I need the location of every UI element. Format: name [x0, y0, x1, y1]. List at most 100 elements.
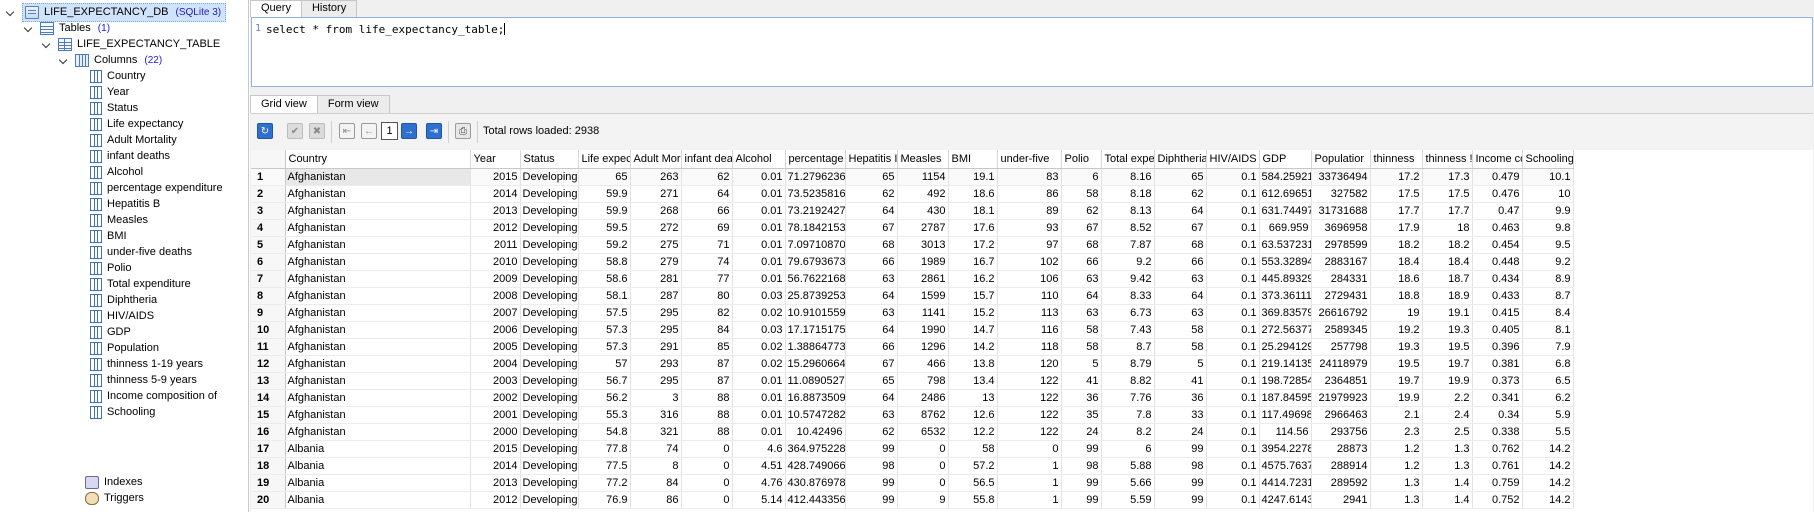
- grid-cell[interactable]: 57.3: [578, 321, 631, 339]
- tab-history[interactable]: History: [300, 0, 358, 17]
- grid-cell[interactable]: 17.17151751: [785, 321, 846, 339]
- grid-cell[interactable]: 295: [630, 321, 682, 339]
- grid-cell[interactable]: 67: [845, 219, 898, 237]
- next-page-icon[interactable]: →: [401, 123, 417, 139]
- grid-cell[interactable]: 10: [1522, 185, 1574, 203]
- grid-cell[interactable]: 1.4: [1422, 491, 1473, 509]
- grid-cell[interactable]: 0: [897, 457, 949, 475]
- column-header[interactable]: Hepatitis I: [845, 150, 898, 169]
- grid-cell[interactable]: Developing: [520, 236, 579, 254]
- grid-cell[interactable]: 11.08905273: [785, 372, 846, 390]
- grid-cell[interactable]: 19.7: [1422, 355, 1473, 373]
- grid-cell[interactable]: 59.5: [578, 219, 631, 237]
- grid-cell[interactable]: 26616792: [1311, 304, 1371, 322]
- grid-cell[interactable]: 1.2: [1370, 457, 1423, 475]
- grid-cell[interactable]: 5.59: [1101, 491, 1155, 509]
- grid-cell[interactable]: 9.9: [1522, 202, 1574, 220]
- column-header[interactable]: Populatior: [1311, 150, 1371, 169]
- grid-cell[interactable]: 2013: [470, 474, 521, 492]
- grid-cell[interactable]: 8.13: [1101, 202, 1155, 220]
- grid-cell[interactable]: 430.8769785: [785, 474, 846, 492]
- grid-cell[interactable]: 2013: [470, 202, 521, 220]
- grid-cell[interactable]: 187.84595: [1259, 389, 1312, 407]
- grid-cell[interactable]: 8.9: [1522, 270, 1574, 288]
- grid-cell[interactable]: 84: [681, 321, 733, 339]
- grid-cell[interactable]: 289592: [1311, 474, 1371, 492]
- grid-cell[interactable]: 0.1: [1206, 457, 1260, 475]
- column-header[interactable]: Diphtheria: [1154, 150, 1207, 169]
- grid-cell[interactable]: 4.76: [732, 474, 786, 492]
- grid-cell[interactable]: 2.4: [1422, 406, 1473, 424]
- grid-cell[interactable]: 68: [1154, 236, 1207, 254]
- grid-cell[interactable]: 87: [681, 355, 733, 373]
- grid-cell[interactable]: 5: [1061, 355, 1102, 373]
- grid-cell[interactable]: 31731688: [1311, 202, 1371, 220]
- grid-cell[interactable]: 82: [681, 304, 733, 322]
- grid-cell[interactable]: 0.01: [732, 389, 786, 407]
- grid-cell[interactable]: Albania: [285, 491, 471, 509]
- grid-cell[interactable]: 272.56377: [1259, 321, 1312, 339]
- grid-cell[interactable]: 25.87392536: [785, 287, 846, 305]
- grid-cell[interactable]: 0.01: [732, 236, 786, 254]
- column-header[interactable]: Country: [285, 150, 471, 169]
- grid-cell[interactable]: 99: [1061, 440, 1102, 458]
- grid-cell[interactable]: 0.434: [1472, 270, 1523, 288]
- grid-cell[interactable]: 88: [681, 389, 733, 407]
- grid-cell[interactable]: 58: [1061, 185, 1102, 203]
- grid-cell[interactable]: 0.476: [1472, 185, 1523, 203]
- grid-cell[interactable]: Afghanistan: [285, 389, 471, 407]
- grid-cell[interactable]: 122: [997, 372, 1062, 390]
- expand-arrow-icon[interactable]: [59, 56, 69, 66]
- grid-cell[interactable]: 58: [1154, 338, 1207, 356]
- grid-cell[interactable]: 16.2: [948, 270, 998, 288]
- tree-column-item[interactable]: Country: [90, 68, 146, 85]
- grid-cell[interactable]: 59.9: [578, 185, 631, 203]
- table-row[interactable]: 14 Afghanistan 2002 Developing 56.2 3 88 0.01 16…: [251, 389, 1574, 407]
- grid-cell[interactable]: 0.1: [1206, 423, 1260, 441]
- grid-cell[interactable]: 0.338: [1472, 423, 1523, 441]
- grid-cell[interactable]: 0: [681, 491, 733, 509]
- grid-cell[interactable]: 77: [681, 270, 733, 288]
- grid-cell[interactable]: 1.388647732: [785, 338, 846, 356]
- grid-cell[interactable]: Afghanistan: [285, 287, 471, 305]
- grid-cell[interactable]: Albania: [285, 440, 471, 458]
- column-header[interactable]: Life expec: [578, 150, 631, 169]
- grid-cell[interactable]: 10.91015598: [785, 304, 846, 322]
- grid-cell[interactable]: 373.3611163: [1259, 287, 1312, 305]
- grid-cell[interactable]: 0: [681, 440, 733, 458]
- column-header[interactable]: Polio: [1061, 150, 1102, 169]
- grid-cell[interactable]: 198.7285436: [1259, 372, 1312, 390]
- tree-column-item[interactable]: Status: [90, 100, 138, 117]
- tree-column-item[interactable]: Income composition of: [90, 388, 217, 405]
- grid-cell[interactable]: 58.8: [578, 253, 631, 271]
- expand-arrow-icon[interactable]: [42, 40, 52, 50]
- tree-column-item[interactable]: Total expenditure: [90, 276, 191, 293]
- grid-cell[interactable]: 98: [1154, 457, 1207, 475]
- tree-column-item[interactable]: HIV/AIDS: [90, 308, 154, 325]
- grid-cell[interactable]: 1: [997, 457, 1062, 475]
- table-row[interactable]: 19 Albania 2013 Developing 77.2 84 0 4.76 430.87…: [251, 474, 1574, 492]
- grid-cell[interactable]: 62: [845, 423, 898, 441]
- grid-cell[interactable]: 13: [948, 389, 998, 407]
- row-number[interactable]: 2: [251, 185, 286, 203]
- row-number[interactable]: 20: [251, 491, 286, 509]
- grid-cell[interactable]: 2364851: [1311, 372, 1371, 390]
- grid-cell[interactable]: 4.51: [732, 457, 786, 475]
- grid-cell[interactable]: 0.1: [1206, 474, 1260, 492]
- grid-cell[interactable]: 275: [630, 236, 682, 254]
- grid-cell[interactable]: 55.8: [948, 491, 998, 509]
- table-row[interactable]: 15 Afghanistan 2001 Developing 55.3 316 88 0.01…: [251, 406, 1574, 424]
- grid-cell[interactable]: 293: [630, 355, 682, 373]
- grid-cell[interactable]: 445.8932979: [1259, 270, 1312, 288]
- grid-cell[interactable]: 117.49698: [1259, 406, 1312, 424]
- grid-cell[interactable]: 0.433: [1472, 287, 1523, 305]
- grid-cell[interactable]: 0.02: [732, 355, 786, 373]
- grid-cell[interactable]: 58.1: [578, 287, 631, 305]
- grid-cell[interactable]: 295: [630, 304, 682, 322]
- sql-editor[interactable]: 1 select * from life_expectancy_table;: [251, 17, 1813, 87]
- grid-cell[interactable]: 78.1842153: [785, 219, 846, 237]
- grid-cell[interactable]: 4575.763787: [1259, 457, 1312, 475]
- grid-cell[interactable]: 8: [630, 457, 682, 475]
- grid-cell[interactable]: 99: [1154, 491, 1207, 509]
- column-header[interactable]: Schooling: [1522, 150, 1574, 169]
